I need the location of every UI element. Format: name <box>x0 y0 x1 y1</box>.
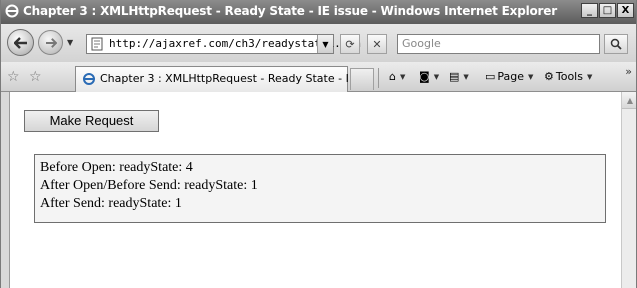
output-line: After Send: readyState: 1 <box>40 196 182 211</box>
close-button[interactable]: X <box>617 3 634 18</box>
page-menu[interactable]: ▭ Page ▼ <box>485 70 533 83</box>
favorites-star-icon[interactable]: ☆ <box>7 69 20 85</box>
output-line: Before Open: readyState: 4 <box>40 160 193 175</box>
search-icon <box>610 38 622 50</box>
page-content: Make Request Before Open: readyState: 4 … <box>9 92 621 288</box>
output-line: After Open/Before Send: readyState: 1 <box>40 178 258 193</box>
window-title: Chapter 3 : XMLHttpRequest - Ready State… <box>23 4 557 18</box>
title-bar: Chapter 3 : XMLHttpRequest - Ready State… <box>1 0 636 24</box>
stop-button[interactable]: ✕ <box>367 34 387 54</box>
browser-window: Chapter 3 : XMLHttpRequest - Ready State… <box>0 0 637 288</box>
recent-pages-dropdown[interactable]: ▼ <box>67 38 73 47</box>
toolbar-separator <box>378 68 379 88</box>
tools-menu[interactable]: ⚙ Tools ▼ <box>544 70 592 83</box>
vertical-scrollbar[interactable]: ▲ <box>621 92 636 288</box>
minimize-button[interactable]: _ <box>581 3 598 18</box>
print-button[interactable]: ▤ ▼ <box>449 70 469 83</box>
feeds-button[interactable]: ◙ ▼ <box>419 70 439 83</box>
printer-icon: ▤ <box>449 70 460 83</box>
rss-feed-icon: ◙ <box>419 70 430 83</box>
refresh-icon: ⟳ <box>345 37 355 51</box>
tools-menu-label: Tools <box>555 70 583 83</box>
ie-tab-icon <box>83 73 95 85</box>
home-icon: ⌂ <box>389 70 396 83</box>
forward-button[interactable] <box>38 30 63 55</box>
page-icon <box>91 37 103 51</box>
command-bar: ☆ ☆ Chapter 3 : XMLHttpRequest - Ready S… <box>1 62 636 92</box>
stop-icon: ✕ <box>372 37 382 51</box>
restore-button[interactable]: □ <box>599 3 616 18</box>
more-chevron-icon[interactable]: » <box>625 65 632 78</box>
tab-active[interactable]: Chapter 3 : XMLHttpRequest - Ready State… <box>75 66 359 92</box>
page-menu-icon: ▭ <box>485 70 496 83</box>
ie-logo-icon <box>5 4 19 18</box>
home-button[interactable]: ⌂ ▼ <box>389 70 405 83</box>
make-request-button[interactable]: Make Request <box>24 110 159 132</box>
ready-state-output: Before Open: readyState: 4 After Open/Be… <box>34 154 606 223</box>
back-arrow-icon <box>13 36 27 49</box>
page-menu-label: Page <box>497 70 525 83</box>
search-input[interactable]: Google <box>397 34 600 54</box>
address-dropdown-button[interactable]: ▼ <box>317 35 333 53</box>
add-favorites-icon[interactable]: ☆ <box>29 69 42 85</box>
scroll-up-arrow-icon[interactable]: ▲ <box>622 92 636 109</box>
refresh-button[interactable]: ⟳ <box>340 34 360 54</box>
gear-icon: ⚙ <box>544 70 554 83</box>
window-controls: _ □ X <box>581 3 634 18</box>
new-tab-button[interactable] <box>350 68 374 90</box>
search-button[interactable] <box>604 34 628 54</box>
address-toolbar: ▼ http://ajaxref.com/ch3/readystate1.htm… <box>1 24 636 62</box>
back-button[interactable] <box>7 29 34 56</box>
forward-arrow-icon <box>45 37 57 48</box>
address-field[interactable]: http://ajaxref.com/ch3/readystate1.htm ▼ <box>86 34 361 54</box>
tab-label: Chapter 3 : XMLHttpRequest - Ready State… <box>100 72 360 85</box>
